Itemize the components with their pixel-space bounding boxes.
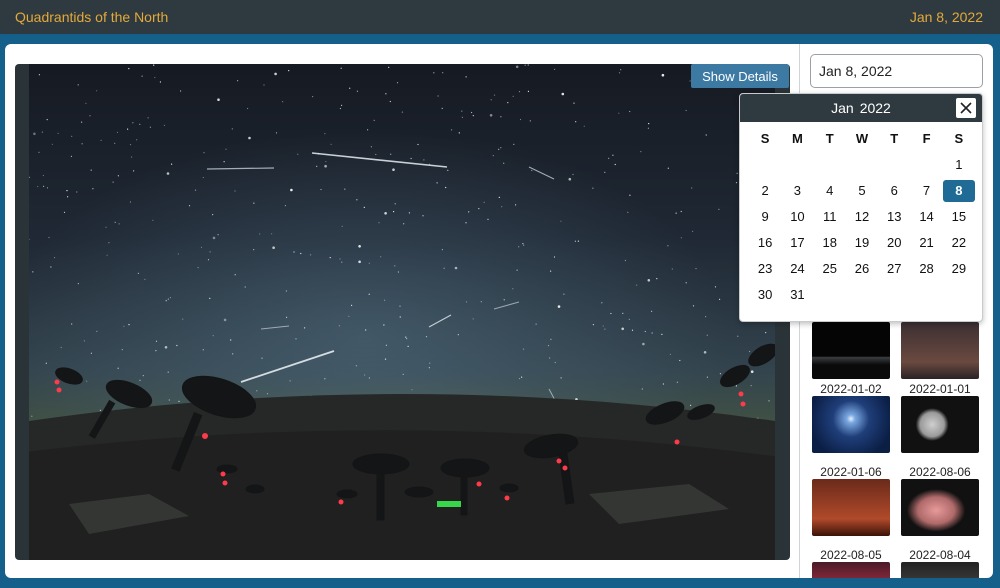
weekday-label: T	[890, 131, 899, 146]
thumbnail-image[interactable]	[901, 479, 979, 536]
weekday-label: S	[760, 131, 770, 146]
calendar-day[interactable]: 1	[943, 154, 975, 176]
calendar-day[interactable]: 13	[878, 206, 910, 228]
apod-title: Quadrantids of the North	[15, 9, 169, 25]
thumbnail-date: 2022-01-02	[820, 382, 882, 396]
calendar-day[interactable]: 19	[846, 232, 878, 254]
calendar-day[interactable]: 25	[814, 258, 846, 280]
calendar-empty-cell	[943, 284, 975, 306]
starfield-art	[29, 64, 775, 560]
calendar-day[interactable]: 24	[781, 258, 813, 280]
calendar-day[interactable]: 14	[910, 206, 942, 228]
calendar-header: Jan 2022	[740, 94, 982, 122]
thumbnail-image[interactable]	[901, 562, 979, 578]
calendar-weekday-row: SMTWTFS	[749, 126, 975, 152]
calendar-day[interactable]: 10	[781, 206, 813, 228]
calendar-empty-cell	[749, 154, 781, 176]
image-viewer: Show Details	[15, 64, 790, 560]
calendar-day[interactable]: 21	[910, 232, 942, 254]
top-bar: Quadrantids of the North Jan 8, 2022	[0, 0, 1000, 34]
thumbnail-date: 2022-08-05	[820, 548, 882, 562]
calendar-empty-cell	[814, 284, 846, 306]
calendar-day[interactable]: 29	[943, 258, 975, 280]
calendar-day[interactable]: 12	[846, 206, 878, 228]
calendar-grid: S M T W T F S 1 2 3 4 5 6 7 8 9 10 11 12 13 14 15 16 17 18 19 20 21…	[749, 126, 975, 308]
calendar-day[interactable]: 31	[781, 284, 813, 306]
thumbnail-image[interactable]	[901, 396, 979, 453]
calendar-day[interactable]: 11	[814, 206, 846, 228]
thumbnail-image[interactable]	[812, 562, 890, 578]
calendar-empty-cell	[878, 284, 910, 306]
weekday-label: F	[922, 131, 931, 146]
close-icon[interactable]	[956, 98, 976, 118]
calendar-month[interactable]: Jan	[831, 100, 854, 116]
calendar-empty-cell	[910, 154, 942, 176]
date-picker-calendar: Jan 2022 S M T W T F S 1 2 3 4 5 6 7 8 9 10 11 12 13 14 15 16 1…	[739, 93, 983, 322]
calendar-day[interactable]: 26	[846, 258, 878, 280]
calendar-week-row: 9 10 11 12 13 14 15	[749, 204, 975, 230]
calendar-week-row: 1	[749, 152, 975, 178]
calendar-week-row: 2345678	[749, 178, 975, 204]
calendar-week-row: 30 31	[749, 282, 975, 308]
calendar-day[interactable]: 22	[943, 232, 975, 254]
calendar-day[interactable]: 2	[749, 180, 781, 202]
weekday-label: S	[954, 131, 964, 146]
calendar-day[interactable]: 7	[910, 180, 942, 202]
calendar-day[interactable]: 6	[878, 180, 910, 202]
calendar-empty-cell	[878, 154, 910, 176]
calendar-day[interactable]: 20	[878, 232, 910, 254]
date-input[interactable]	[810, 54, 983, 88]
show-details-button[interactable]: Show Details	[691, 64, 789, 88]
calendar-week-row: 16 17 18 19 20 21 22	[749, 230, 975, 256]
calendar-day[interactable]: 16	[749, 232, 781, 254]
thumbnail-date: 2022-01-06	[820, 465, 882, 479]
weekday-label: T	[825, 131, 834, 146]
calendar-day[interactable]: 5	[846, 180, 878, 202]
calendar-empty-cell	[846, 284, 878, 306]
calendar-year[interactable]: 2022	[860, 100, 891, 116]
calendar-week-row: 23 24 25 26 27 28 29	[749, 256, 975, 282]
calendar-day[interactable]: 8	[942, 180, 975, 202]
thumbnail-image[interactable]	[812, 396, 890, 453]
thumbnail-image[interactable]	[812, 479, 890, 536]
calendar-empty-cell	[846, 154, 878, 176]
calendar-day[interactable]: 27	[878, 258, 910, 280]
calendar-day[interactable]: 18	[814, 232, 846, 254]
calendar-empty-cell	[910, 284, 942, 306]
calendar-empty-cell	[814, 154, 846, 176]
calendar-day[interactable]: 28	[910, 258, 942, 280]
thumbnail-date: 2022-08-04	[909, 548, 971, 562]
calendar-day[interactable]: 9	[749, 206, 781, 228]
thumbnail-image[interactable]	[812, 322, 890, 379]
weekday-label: M	[792, 131, 803, 146]
calendar-day[interactable]: 30	[749, 284, 781, 306]
calendar-day[interactable]: 4	[814, 180, 846, 202]
weekday-label: W	[855, 131, 869, 146]
thumbnail-image[interactable]	[901, 322, 979, 379]
calendar-day[interactable]: 3	[781, 180, 813, 202]
apod-image[interactable]	[29, 64, 775, 560]
calendar-day[interactable]: 15	[943, 206, 975, 228]
calendar-day[interactable]: 17	[781, 232, 813, 254]
calendar-day[interactable]: 23	[749, 258, 781, 280]
thumbnail-date: 2022-08-06	[909, 465, 971, 479]
header-date: Jan 8, 2022	[909, 9, 983, 25]
calendar-empty-cell	[781, 154, 813, 176]
thumbnail-date: 2022-01-01	[909, 382, 971, 396]
